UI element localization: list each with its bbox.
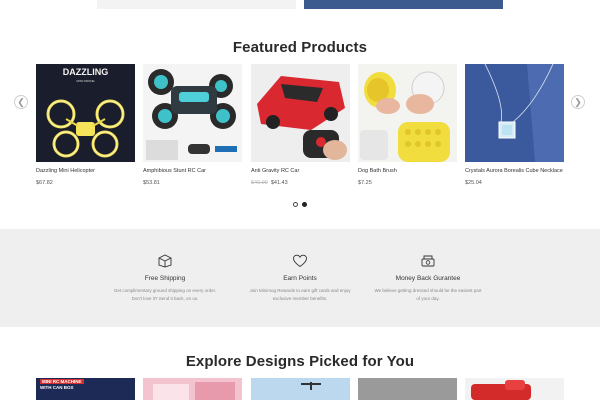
pagination-dot[interactable] bbox=[293, 202, 298, 208]
product-card[interactable]: Dog Bath Brush $7.25 bbox=[358, 64, 457, 186]
explore-banner-text: MINI RC MACHINE WITH CAN BOX bbox=[40, 379, 84, 391]
explore-banner-line-1: MINI RC MACHINE bbox=[40, 379, 84, 384]
money-icon bbox=[421, 255, 435, 267]
chevron-left-icon[interactable]: ❮ bbox=[14, 95, 28, 109]
product-image[interactable] bbox=[465, 64, 564, 162]
image-text: DAZZLING bbox=[63, 67, 109, 77]
explore-card[interactable] bbox=[358, 378, 457, 400]
explore-designs-title: Explore Designs Picked for You bbox=[185, 353, 415, 370]
product-image[interactable] bbox=[358, 64, 457, 162]
product-price: $25.04 bbox=[465, 180, 482, 186]
banner-left-image[interactable] bbox=[97, 0, 296, 9]
chevron-right-icon[interactable]: ❯ bbox=[571, 95, 585, 109]
feature-earn-points: Earn Points Join Minimog Rewards to earn… bbox=[245, 254, 355, 303]
feature-title: Earn Points bbox=[283, 275, 317, 282]
feature-description: We believe getting dressed should be the… bbox=[374, 288, 482, 301]
explore-card[interactable] bbox=[465, 378, 564, 400]
pagination-dot[interactable] bbox=[302, 202, 307, 208]
product-image[interactable] bbox=[143, 64, 242, 162]
product-card[interactable]: Anti Gravity RC Car $49.99 $41.43 bbox=[251, 64, 350, 186]
image-subtext: MINI DRONE bbox=[77, 79, 95, 83]
product-card[interactable]: DAZZLING MINI DRONE Dazzling Mini Helico… bbox=[36, 64, 135, 186]
box-icon bbox=[158, 254, 172, 268]
explore-card[interactable]: MINI RC MACHINE WITH CAN BOX bbox=[36, 378, 135, 400]
product-price-old: $49.99 bbox=[251, 180, 268, 186]
product-price-current: $41.43 bbox=[270, 180, 288, 186]
carousel-pagination bbox=[0, 196, 600, 208]
product-name[interactable]: Dog Bath Brush bbox=[358, 168, 397, 174]
product-price-current: $53.81 bbox=[143, 180, 160, 186]
product-card[interactable]: Crystals Aurora Borealis Cube Necklace $… bbox=[465, 64, 564, 186]
product-name[interactable]: Amphibious Stunt RC Car bbox=[143, 168, 206, 174]
top-banners bbox=[0, 0, 600, 10]
banner-right-image[interactable] bbox=[304, 0, 503, 9]
product-price: $53.81 bbox=[143, 180, 160, 186]
product-price-current: $7.25 bbox=[358, 180, 372, 186]
feature-title: Money Back Gurantee bbox=[395, 275, 461, 282]
product-card[interactable]: Amphibious Stunt RC Car $53.81 bbox=[143, 64, 242, 186]
product-price-current: $25.04 bbox=[465, 180, 482, 186]
product-name[interactable]: Crystals Aurora Borealis Cube Necklace bbox=[465, 168, 563, 174]
product-image[interactable] bbox=[251, 64, 350, 162]
feature-title: Free Shipping bbox=[144, 275, 186, 282]
features-section: Free Shipping Get complimentary ground s… bbox=[0, 229, 600, 327]
featured-products-title: Featured Products bbox=[232, 39, 368, 56]
product-image[interactable]: DAZZLING MINI DRONE bbox=[36, 64, 135, 162]
product-price: $67.82 bbox=[36, 180, 53, 186]
explore-card[interactable] bbox=[143, 378, 242, 400]
product-name[interactable]: Anti Gravity RC Car bbox=[251, 168, 299, 174]
heart-icon bbox=[293, 254, 307, 268]
product-price: $49.99 $41.43 bbox=[251, 180, 288, 186]
feature-description: Get complimentary ground shipping on eve… bbox=[113, 288, 217, 301]
feature-free-shipping: Free Shipping Get complimentary ground s… bbox=[110, 254, 220, 303]
feature-money-back: Money Back Gurantee We believe getting d… bbox=[373, 254, 483, 303]
explore-banner-line-2: WITH CAN BOX bbox=[40, 385, 74, 390]
product-price-current: $67.82 bbox=[36, 180, 53, 186]
product-price: $7.25 bbox=[358, 180, 372, 186]
feature-description: Join Minimog Rewards to earn gift cards … bbox=[249, 288, 351, 301]
explore-card[interactable] bbox=[251, 378, 350, 400]
product-name[interactable]: Dazzling Mini Helicopter bbox=[36, 168, 95, 174]
